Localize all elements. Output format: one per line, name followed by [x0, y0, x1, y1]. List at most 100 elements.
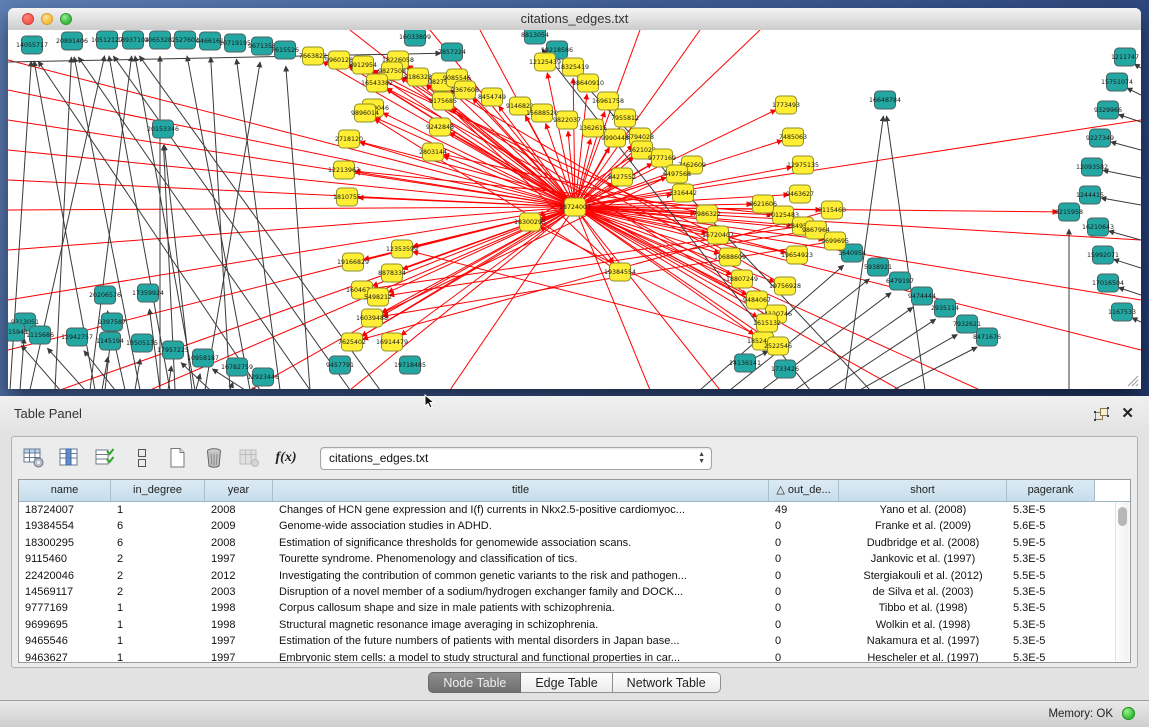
network-edge[interactable] [795, 307, 913, 389]
column-header[interactable]: pagerank [1007, 480, 1095, 501]
table-cell[interactable]: 0 [769, 518, 839, 534]
table-cell[interactable]: 19384554 [19, 518, 111, 534]
table-cell[interactable]: 5.9E-5 [1007, 535, 1095, 551]
table-cell[interactable]: 9463627 [19, 650, 111, 663]
network-edge[interactable] [196, 374, 200, 389]
table-cell[interactable]: 6 [111, 535, 205, 551]
column-header[interactable]: △ out_de... [769, 480, 839, 501]
table-cell[interactable]: Dudbridge et al. (2008) [839, 535, 1007, 551]
table-cell[interactable]: Stergiakouli et al. (2012) [839, 568, 1007, 584]
table-cell[interactable]: Wolkin et al. (1998) [839, 617, 1007, 633]
table-cell[interactable]: 9699695 [19, 617, 111, 633]
table-cell[interactable]: Tourette syndrome. Phenomenology and cla… [273, 551, 769, 567]
table-cell[interactable]: 2012 [205, 568, 273, 584]
table-cell[interactable]: 5.3E-5 [1007, 650, 1095, 663]
table-cell[interactable]: 6 [111, 518, 205, 534]
column-header[interactable]: in_degree [111, 480, 205, 501]
table-cell[interactable]: 1997 [205, 551, 273, 567]
table-cell[interactable]: 5.3E-5 [1007, 502, 1095, 518]
table-cell[interactable]: 9465546 [19, 633, 111, 649]
row-height-icon[interactable] [130, 446, 154, 470]
close-panel-icon[interactable]: ✕ [1121, 404, 1134, 422]
table-cell[interactable]: 5.6E-5 [1007, 518, 1095, 534]
table-cell[interactable]: 5.5E-5 [1007, 568, 1095, 584]
table-cell[interactable]: 1997 [205, 650, 273, 663]
table-cell[interactable]: Investigating the contribution of common… [273, 568, 769, 584]
table-cell[interactable]: 9115460 [19, 551, 111, 567]
column-header[interactable]: title [273, 480, 769, 501]
column-header[interactable]: year [205, 480, 273, 501]
table-cell[interactable]: 1 [111, 600, 205, 616]
tab-node-table[interactable]: Node Table [428, 672, 521, 693]
scrollbar-thumb[interactable] [1118, 507, 1127, 526]
table-row[interactable]: 946554611997Estimation of the future num… [19, 633, 1130, 649]
network-edge[interactable] [1118, 114, 1141, 122]
table-row[interactable]: 946362711997Embryonic stem cells: a mode… [19, 650, 1130, 663]
table-select-dropdown[interactable]: citations_edges.txt ▲▼ [320, 447, 712, 470]
table-row[interactable]: 1872400712008Changes of HCN gene express… [19, 502, 1130, 518]
network-edge[interactable] [8, 53, 441, 62]
table-cell[interactable]: 2 [111, 568, 205, 584]
table-cell[interactable]: 18724007 [19, 502, 111, 518]
table-cell[interactable]: 5.3E-5 [1007, 551, 1095, 567]
network-edge[interactable] [168, 366, 171, 389]
table-cell[interactable]: 1 [111, 502, 205, 518]
table-cell[interactable]: Estimation of the future numbers of pati… [273, 633, 769, 649]
table-cell[interactable]: 2009 [205, 518, 273, 534]
network-edge[interactable] [84, 351, 115, 389]
table-cell[interactable]: 0 [769, 535, 839, 551]
table-cell[interactable]: Genome-wide association studies in ADHD. [273, 518, 769, 534]
table-row[interactable]: 1938455462009Genome-wide association stu… [19, 518, 1130, 534]
table-cell[interactable]: 9777169 [19, 600, 111, 616]
table-cell[interactable]: Nakamura et al. (1997) [839, 633, 1007, 649]
table-row[interactable]: 1830029562008Estimation of significance … [19, 535, 1130, 551]
table-cell[interactable]: Changes of HCN gene expression and I(f) … [273, 502, 769, 518]
network-edge[interactable] [230, 382, 233, 389]
network-edge[interactable] [1113, 259, 1141, 268]
table-cell[interactable]: 2 [111, 551, 205, 567]
network-edge[interactable] [450, 132, 776, 314]
table-cell[interactable]: Hescheler et al. (1997) [839, 650, 1007, 663]
float-panel-icon[interactable] [1094, 407, 1109, 422]
table-cell[interactable]: 2008 [205, 502, 273, 518]
table-cell[interactable]: de Silva et al. (2003) [839, 584, 1007, 600]
table-settings-icon[interactable] [22, 446, 46, 470]
table-row[interactable]: 969969511998Structural magnetic resonanc… [19, 617, 1130, 633]
table-cell[interactable]: 0 [769, 551, 839, 567]
table-cell[interactable]: 1 [111, 650, 205, 663]
network-edge[interactable] [1101, 198, 1141, 205]
table-cell[interactable]: 0 [769, 650, 839, 663]
table-cell[interactable]: 5.3E-5 [1007, 600, 1095, 616]
network-edge[interactable] [1118, 287, 1141, 295]
network-edge[interactable] [575, 207, 1141, 350]
memory-status-icon[interactable] [1122, 707, 1135, 720]
network-edge[interactable] [8, 207, 575, 210]
column-header[interactable]: short [839, 480, 1007, 501]
table-cell[interactable]: 14569117 [19, 584, 111, 600]
table-row[interactable]: 2242004622012Investigating the contribut… [19, 568, 1130, 584]
network-edge[interactable] [236, 59, 280, 389]
table-cell[interactable]: Estimation of significance thresholds fo… [273, 535, 769, 551]
table-cell[interactable]: 2008 [205, 535, 273, 551]
show-columns-icon[interactable] [58, 446, 82, 470]
vertical-scrollbar[interactable] [1115, 502, 1129, 661]
select-all-icon[interactable] [94, 446, 118, 470]
table-cell[interactable]: 0 [769, 600, 839, 616]
table-cell[interactable]: Yano et al. (2008) [839, 502, 1007, 518]
table-row[interactable]: 1456911722003Disruption of a novel membe… [19, 584, 1130, 600]
table-cell[interactable]: 2003 [205, 584, 273, 600]
table-cell[interactable]: Franke et al. (2009) [839, 518, 1007, 534]
network-canvas[interactable]: 1405571720891406105121271893710410653287… [8, 30, 1141, 389]
table-cell[interactable]: 0 [769, 633, 839, 649]
table-cell[interactable]: 1 [111, 617, 205, 633]
table-cell[interactable]: Structural magnetic resonance image aver… [273, 617, 769, 633]
table-cell[interactable]: 5.3E-5 [1007, 617, 1095, 633]
network-edge[interactable] [1103, 170, 1141, 178]
network-edge[interactable] [187, 56, 250, 389]
table-cell[interactable]: 1 [111, 633, 205, 649]
network-edge[interactable] [1134, 64, 1141, 68]
delete-table-icon[interactable] [202, 446, 226, 470]
table-row[interactable]: 911546021997Tourette syndrome. Phenomeno… [19, 551, 1130, 567]
table-cell[interactable]: Tibbo et al. (1998) [839, 600, 1007, 616]
column-header[interactable]: name [19, 480, 111, 501]
